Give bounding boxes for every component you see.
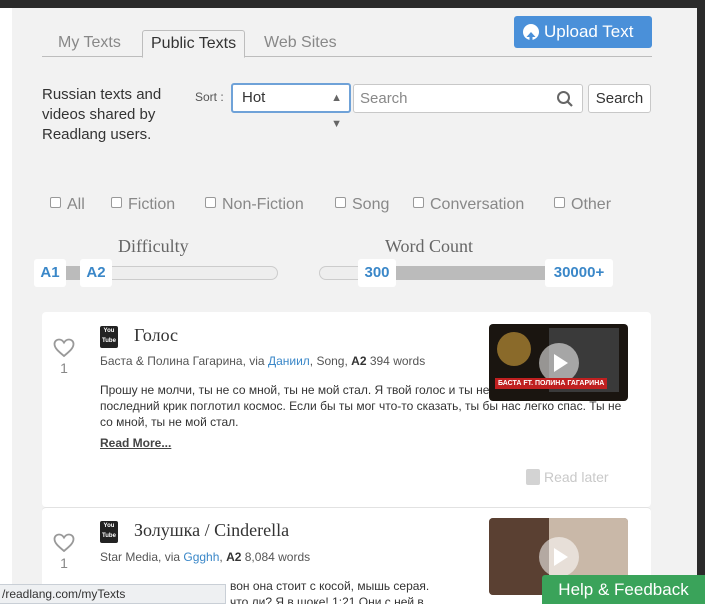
search-button[interactable]: Search <box>588 84 651 113</box>
word-count-title: Word Count <box>385 236 474 256</box>
album-emblem <box>497 332 531 366</box>
select-arrows-icon: ▲ ▼ <box>331 92 342 130</box>
tab-web-sites[interactable]: Web Sites <box>256 30 345 57</box>
difficulty-max-handle[interactable]: A2 <box>80 259 112 287</box>
video-thumbnail[interactable]: БАСТА FT. ПОЛИНА ГАГАРИНА <box>489 324 628 401</box>
sort-label: Sort : <box>195 90 224 104</box>
play-icon <box>538 536 579 577</box>
level-label: A2 <box>351 354 367 368</box>
browser-status-url: /readlang.com/myTexts <box>0 584 226 604</box>
upload-text-label: Upload Text <box>544 22 634 41</box>
read-later-button[interactable]: Read later <box>526 469 609 485</box>
filter-non-fiction[interactable]: Non-Fiction <box>205 196 304 214</box>
author-link[interactable]: Ggghh <box>183 550 219 564</box>
window-frame-right <box>697 0 705 604</box>
checkbox-icon <box>413 197 424 208</box>
level-label: A2 <box>226 550 242 564</box>
read-more-link[interactable]: Read More... <box>100 436 171 450</box>
intro-text: Russian texts and videos shared by Readl… <box>42 86 162 143</box>
text-meta: Баста & Полина Гагарина, via Даниил, Son… <box>100 354 426 368</box>
search-icon[interactable] <box>556 90 574 117</box>
text-card[interactable]: 1 You Tube Голос Баста & Полина Гагарина,… <box>42 312 651 507</box>
text-meta: Star Media, via Ggghh, A2 8,084 words <box>100 550 311 564</box>
text-title[interactable]: Голос <box>134 325 178 346</box>
author-link[interactable]: Даниил <box>268 354 310 368</box>
play-icon <box>538 342 579 383</box>
tab-my-texts[interactable]: My Texts <box>50 30 129 57</box>
word-count-range-fill <box>395 266 547 280</box>
like-button[interactable]: 1 <box>52 338 76 376</box>
checkbox-icon <box>111 197 122 208</box>
checkbox-icon <box>554 197 565 208</box>
word-count-min-handle[interactable]: 300 <box>358 259 396 287</box>
tab-public-texts[interactable]: Public Texts <box>142 30 246 58</box>
checkbox-icon <box>205 197 216 208</box>
like-count: 1 <box>60 360 68 376</box>
filter-other[interactable]: Other <box>554 196 611 214</box>
thumbnail-caption: БАСТА FT. ПОЛИНА ГАГАРИНА <box>495 378 608 389</box>
heart-icon <box>53 338 75 358</box>
like-button[interactable]: 1 <box>52 533 76 571</box>
filter-fiction[interactable]: Fiction <box>111 196 175 214</box>
text-title[interactable]: Золушка / Cinderella <box>134 520 289 541</box>
checkbox-icon <box>50 197 61 208</box>
word-count-max-handle[interactable]: 30000+ <box>545 259 613 287</box>
window-frame-top <box>0 0 705 8</box>
filter-song[interactable]: Song <box>335 196 389 214</box>
like-count: 1 <box>60 555 68 571</box>
sort-selected-value: Hot <box>242 89 266 106</box>
youtube-icon: You Tube <box>100 326 118 348</box>
filter-all[interactable]: All <box>50 196 85 214</box>
arrow-up-circle-icon <box>523 24 539 42</box>
heart-icon <box>53 533 75 553</box>
youtube-icon: You Tube <box>100 521 118 543</box>
search-input[interactable]: Search <box>353 84 583 113</box>
checkbox-icon <box>335 197 346 208</box>
difficulty-min-handle[interactable]: A1 <box>34 259 66 287</box>
book-icon <box>526 469 540 485</box>
help-feedback-button[interactable]: Help & Feedback <box>542 575 705 604</box>
search-placeholder: Search <box>360 90 408 107</box>
sort-select[interactable]: Hot ▲ ▼ <box>231 83 351 130</box>
difficulty-title: Difficulty <box>118 236 189 256</box>
filter-conversation[interactable]: Conversation <box>413 196 524 214</box>
text-excerpt: вон она стоит с косой, мышь серая. что л… <box>230 579 430 604</box>
upload-text-button[interactable]: Upload Text <box>514 16 652 48</box>
